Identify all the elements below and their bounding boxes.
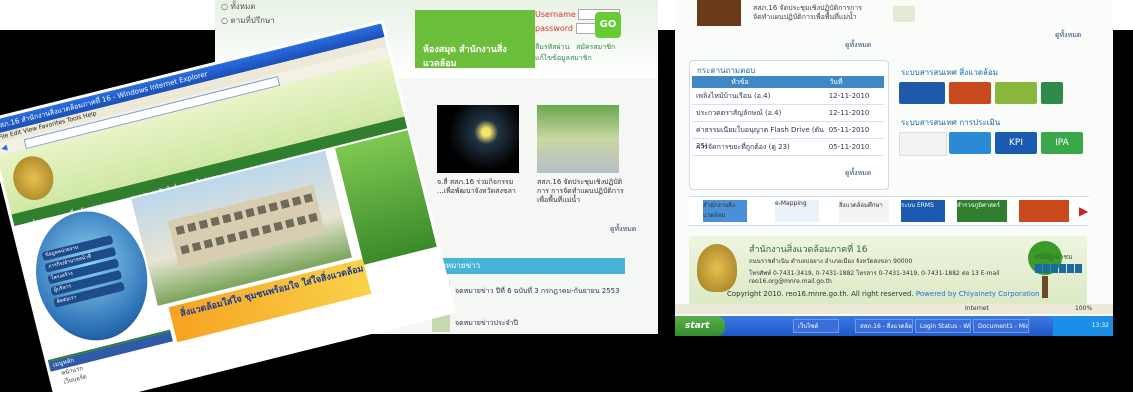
partner-logo[interactable]: สำรวจภูมิศาสตร์ bbox=[957, 200, 1007, 222]
screenshot-panel-right: สสภ.16 จัดประชุมเชิงปฏิบัติการการจัดทำแผ… bbox=[675, 0, 1113, 336]
newsletter-item[interactable]: จดหมายข่าว ปีที่ 6 ฉบับที่ 3 กรกฎาคม-กัน… bbox=[455, 286, 635, 297]
radio-option[interactable]: ○ ทั้งหมด bbox=[221, 0, 371, 14]
photo-caption[interactable]: จ.สี่ สสภ.16 ร่วมกิจกรรม ...เพื่อพัฒนาจั… bbox=[437, 178, 527, 196]
system-banner[interactable] bbox=[949, 82, 991, 104]
counter-digit bbox=[1043, 264, 1050, 273]
footer-title: สำนักงานสิ่งแวดล้อมภาคที่ 16 bbox=[749, 245, 868, 255]
counter-digit bbox=[1051, 264, 1058, 273]
webboard-table: หัวข้อ วันที่ เพลิงไหม้บ้านเรือน (อ.4) 12… bbox=[692, 76, 884, 156]
column-header: หัวข้อ bbox=[731, 78, 749, 86]
system-banner[interactable] bbox=[995, 82, 1037, 104]
visitor-stats-label: สถิติผู้เข้าชม bbox=[1035, 253, 1073, 261]
partner-logo-strip: สำนักงานสิ่งแวดล้อม e-Mapping สิ่งแวดล้อ… bbox=[689, 196, 1089, 226]
taskbar-item[interactable]: Document1 - Microsoft... bbox=[973, 319, 1029, 333]
nav-item[interactable]: หน้าแรก bbox=[27, 215, 50, 227]
table-row[interactable]: การจัดการขยะที่ถูกต้อง (ดู 23) 05-11-2010 bbox=[692, 139, 884, 156]
system-banner[interactable] bbox=[1041, 82, 1063, 104]
row-title[interactable]: เพลิงไหม้บ้านเรือน (อ.4) bbox=[692, 88, 829, 104]
library-banner-text: ห้องสมุด สำนักงานสิ่งแวดล้อม bbox=[423, 45, 507, 69]
row-date: 12-11-2010 bbox=[828, 109, 870, 117]
counter-digit bbox=[1059, 264, 1066, 273]
back-icon[interactable]: ◀ bbox=[0, 143, 8, 153]
windows-taskbar: start เว็บไซต์ สสภ.16 - สิ่งแวดล้อม... L… bbox=[675, 316, 1113, 336]
radio-label: ทั้งหมด bbox=[230, 2, 256, 11]
edit-profile-link[interactable]: แก้ไขข้อมูลสมาชิก bbox=[535, 54, 592, 62]
system-section-title: ระบบสารสนเทศ การประเมิน bbox=[901, 118, 1001, 127]
table-header: หัวข้อ วันที่ bbox=[692, 76, 884, 88]
row-title[interactable]: ค่าธรรมเนียมใบอนุญาต Flash Drive (ดัน 25… bbox=[692, 122, 829, 150]
search-radio-group: ○ ทั้งหมด ○ ตามที่ปรึกษา bbox=[221, 0, 371, 28]
radio-option[interactable]: ○ ตามที่ปรึกษา bbox=[221, 14, 371, 28]
system-section-title: ระบบสารสนเทศ สิ่งแวดล้อม bbox=[901, 68, 999, 77]
partner-logo[interactable]: สำนักงานสิ่งแวดล้อม bbox=[703, 200, 747, 222]
table-row[interactable]: ค่าธรรมเนียมใบอนุญาต Flash Drive (ดัน 25… bbox=[692, 122, 884, 150]
login-links: ลืมรหัสผ่าน สมัครสมาชิก แก้ไขข้อมูลสมาชิ… bbox=[535, 42, 615, 64]
news-thumb[interactable] bbox=[697, 0, 741, 26]
row-date: 05-11-2010 bbox=[828, 126, 870, 134]
register-link[interactable]: สมัครสมาชิก bbox=[576, 43, 615, 51]
row-date: 05-11-2010 bbox=[828, 143, 870, 151]
table-row[interactable]: ประกวดตราสัญลักษณ์ (อ.4) 12-11-2010 bbox=[692, 105, 884, 122]
photo-caption[interactable]: สสภ.16 จัดประชุมเชิงปฏิบัติการ การจัดทำแ… bbox=[537, 178, 627, 205]
counter-digit bbox=[1067, 264, 1074, 273]
partner-logo[interactable]: e-Mapping bbox=[775, 200, 819, 222]
newsletter-header: จดหมายข่าว bbox=[430, 258, 625, 274]
ipa-banner[interactable]: IPA bbox=[1041, 132, 1083, 154]
footer-address: ถนนราชดำเนิน ตำบลบ่อยาง อำเภอเมือง จังหว… bbox=[749, 258, 913, 265]
partner-logo[interactable] bbox=[1019, 200, 1069, 222]
more-link[interactable]: ดูทั้งหมด bbox=[845, 168, 871, 179]
news-headline[interactable]: สสภ.16 จัดประชุมเชิงปฏิบัติการการจัดทำแผ… bbox=[753, 4, 863, 22]
main-menu-box: เมนูหลัก หน้าแรก เว็บบอร์ด bbox=[47, 329, 183, 409]
more-link[interactable]: ดูทั้งหมด bbox=[845, 40, 871, 51]
agency-emblem-icon bbox=[8, 151, 59, 205]
partner-logo[interactable]: ระบบ ERMS bbox=[901, 200, 945, 222]
column-header: วันที่ bbox=[829, 78, 843, 86]
row-date: 12-11-2010 bbox=[828, 92, 870, 100]
visitor-counter bbox=[1035, 264, 1082, 273]
kpi-banner[interactable]: KPI bbox=[995, 132, 1037, 154]
news-photo[interactable] bbox=[437, 105, 519, 173]
newsletter-thumb[interactable] bbox=[432, 314, 450, 332]
copyright-line: Copyright 2010. reo16.mnre.go.th. All ri… bbox=[727, 290, 1040, 298]
start-button[interactable]: start bbox=[675, 316, 725, 336]
system-tray-clock: 13:32 bbox=[1053, 316, 1113, 336]
row-title[interactable]: การจัดการขยะที่ถูกต้อง (ดู 23) bbox=[692, 139, 829, 155]
copyright-text: Copyright 2010. reo16.mnre.go.th. All ri… bbox=[727, 290, 914, 298]
taskbar-item[interactable]: เว็บไซต์ bbox=[793, 319, 839, 333]
library-banner[interactable]: ห้องสมุด สำนักงานสิ่งแวดล้อม bbox=[415, 10, 535, 69]
newsletter-item[interactable]: จดหมายข่าวประจำปี bbox=[455, 318, 635, 329]
footer-contact: โทรศัพท์ 0-7431-3419, 0-7431-1882 โทรสาร… bbox=[749, 270, 1000, 285]
table-row[interactable]: เพลิงไหม้บ้านเรือน (อ.4) 12-11-2010 bbox=[692, 88, 884, 105]
password-label: password bbox=[535, 24, 573, 33]
row-title[interactable]: ประกวดตราสัญลักษณ์ (อ.4) bbox=[692, 105, 829, 121]
carousel-next-icon[interactable]: ▶ bbox=[1079, 204, 1088, 218]
forgot-password-link[interactable]: ลืมรหัสผ่าน bbox=[535, 43, 569, 51]
taskbar-item[interactable]: Login Status - Windo... bbox=[915, 319, 971, 333]
counter-digit bbox=[1035, 264, 1042, 273]
go-button[interactable]: GO bbox=[595, 12, 621, 38]
side-image bbox=[893, 6, 915, 22]
browser-status-bar: Internet 100% bbox=[675, 304, 1113, 314]
status-zone: Internet bbox=[965, 305, 989, 312]
counter-digit bbox=[1075, 264, 1082, 273]
more-link[interactable]: ดูทั้งหมด bbox=[1055, 30, 1081, 41]
system-banner[interactable] bbox=[899, 132, 947, 156]
radio-label: ตามที่ปรึกษา bbox=[230, 16, 275, 25]
system-banner[interactable] bbox=[899, 82, 945, 104]
system-banner[interactable] bbox=[949, 132, 991, 154]
taskbar-item[interactable]: สสภ.16 - สิ่งแวดล้อม... bbox=[855, 319, 913, 333]
agency-emblem-icon bbox=[697, 244, 737, 292]
zoom-level[interactable]: 100% bbox=[1075, 305, 1092, 312]
news-photo[interactable] bbox=[537, 105, 619, 173]
username-label: Username bbox=[535, 10, 576, 19]
more-link[interactable]: ดูทั้งหมด bbox=[610, 224, 636, 235]
powered-by-link[interactable]: Powered by Chiyainety Corporation bbox=[916, 290, 1040, 298]
partner-logo[interactable]: สิ่งแวดล้อมศึกษา bbox=[839, 200, 889, 222]
